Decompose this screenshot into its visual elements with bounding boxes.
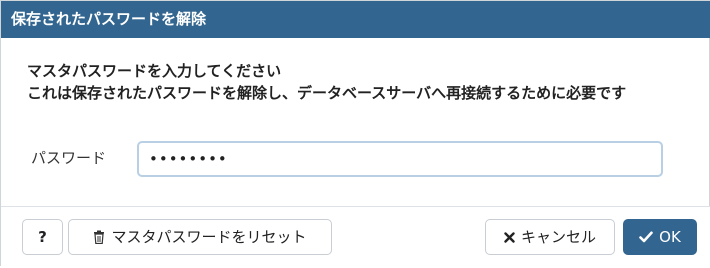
dialog-body: マスタパスワードを入力してください これは保存されたパスワードを解除し、データベ… (1, 38, 710, 206)
reset-master-password-button[interactable]: マスタパスワードをリセット (68, 219, 332, 255)
dialog-footer: ? マスタパスワードをリセット キャンセル OK (1, 206, 710, 268)
password-label: パスワード (31, 149, 107, 167)
cancel-label: キャンセル (520, 228, 596, 246)
help-button[interactable]: ? (22, 219, 63, 255)
unlock-saved-password-dialog: 保存されたパスワードを解除 マスタパスワードを入力してください これは保存された… (0, 0, 710, 268)
ok-button[interactable]: OK (623, 219, 697, 255)
ok-label: OK (659, 228, 681, 246)
check-icon (639, 231, 653, 243)
dialog-message: マスタパスワードを入力してください これは保存されたパスワードを解除し、データベ… (27, 60, 687, 104)
cancel-button[interactable]: キャンセル (485, 219, 615, 255)
message-line-2: これは保存されたパスワードを解除し、データベースサーバへ再接続するために必要です (27, 84, 627, 102)
reset-label: マスタパスワードをリセット (111, 228, 307, 246)
dialog-title[interactable]: 保存されたパスワードを解除 (1, 1, 710, 38)
x-icon (504, 231, 515, 243)
help-label: ? (38, 228, 47, 246)
message-line-1: マスタパスワードを入力してください (27, 62, 282, 80)
password-input[interactable] (137, 141, 663, 177)
trash-icon (93, 230, 105, 244)
